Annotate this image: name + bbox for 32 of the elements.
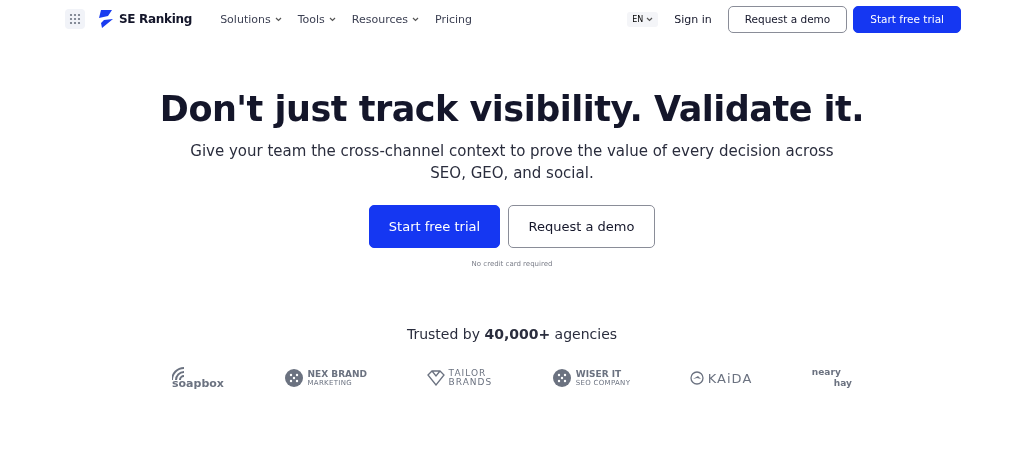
sign-in-link[interactable]: Sign in	[674, 12, 712, 26]
apps-menu-button[interactable]	[65, 9, 85, 29]
logo-icon	[97, 9, 115, 29]
logo-text: soapbox	[172, 378, 224, 389]
nav-link[interactable]: Resources	[351, 12, 419, 26]
logo-text: TAILOR	[448, 369, 487, 378]
logo-text: WISER IT	[575, 369, 622, 379]
grid-icon	[69, 13, 81, 25]
nav-link[interactable]: Solutions	[220, 12, 282, 26]
logo-text: neary	[811, 367, 841, 378]
logo-text: NEX BRAND	[307, 369, 368, 379]
trusted-text: Trusted by 40,000+ agencies	[406, 326, 618, 342]
logo-text: KAiDA	[707, 370, 753, 386]
nav-link[interactable]: Pricing	[435, 12, 473, 26]
headline: Don't just track visibility. Validate it.	[159, 88, 865, 130]
shield-icon	[426, 370, 445, 386]
start-trial-button[interactable]: Start free trial	[369, 205, 500, 248]
chevron-down-icon	[328, 16, 336, 22]
brand-name: SE Ranking	[119, 12, 193, 26]
chevron-down-icon	[274, 16, 282, 22]
logo-text: hay	[833, 378, 852, 389]
globe-icon	[283, 368, 304, 388]
signal-icon	[172, 367, 185, 380]
language-selector[interactable]: EN	[627, 11, 659, 27]
request-demo-button[interactable]: Request a demo	[508, 205, 655, 248]
request-demo-button[interactable]: Request a demo	[727, 5, 848, 33]
chevron-down-icon	[412, 16, 419, 22]
subtitle: Give your team the cross-channel context to prove the value of every decision across SEO, GEO, and social.	[189, 141, 835, 184]
nav-link[interactable]: Tools	[297, 12, 336, 26]
logo-tagline: BRANDS	[448, 378, 493, 387]
start-trial-button[interactable]: Start free trial	[853, 5, 961, 33]
chevron-down-icon	[646, 16, 654, 22]
